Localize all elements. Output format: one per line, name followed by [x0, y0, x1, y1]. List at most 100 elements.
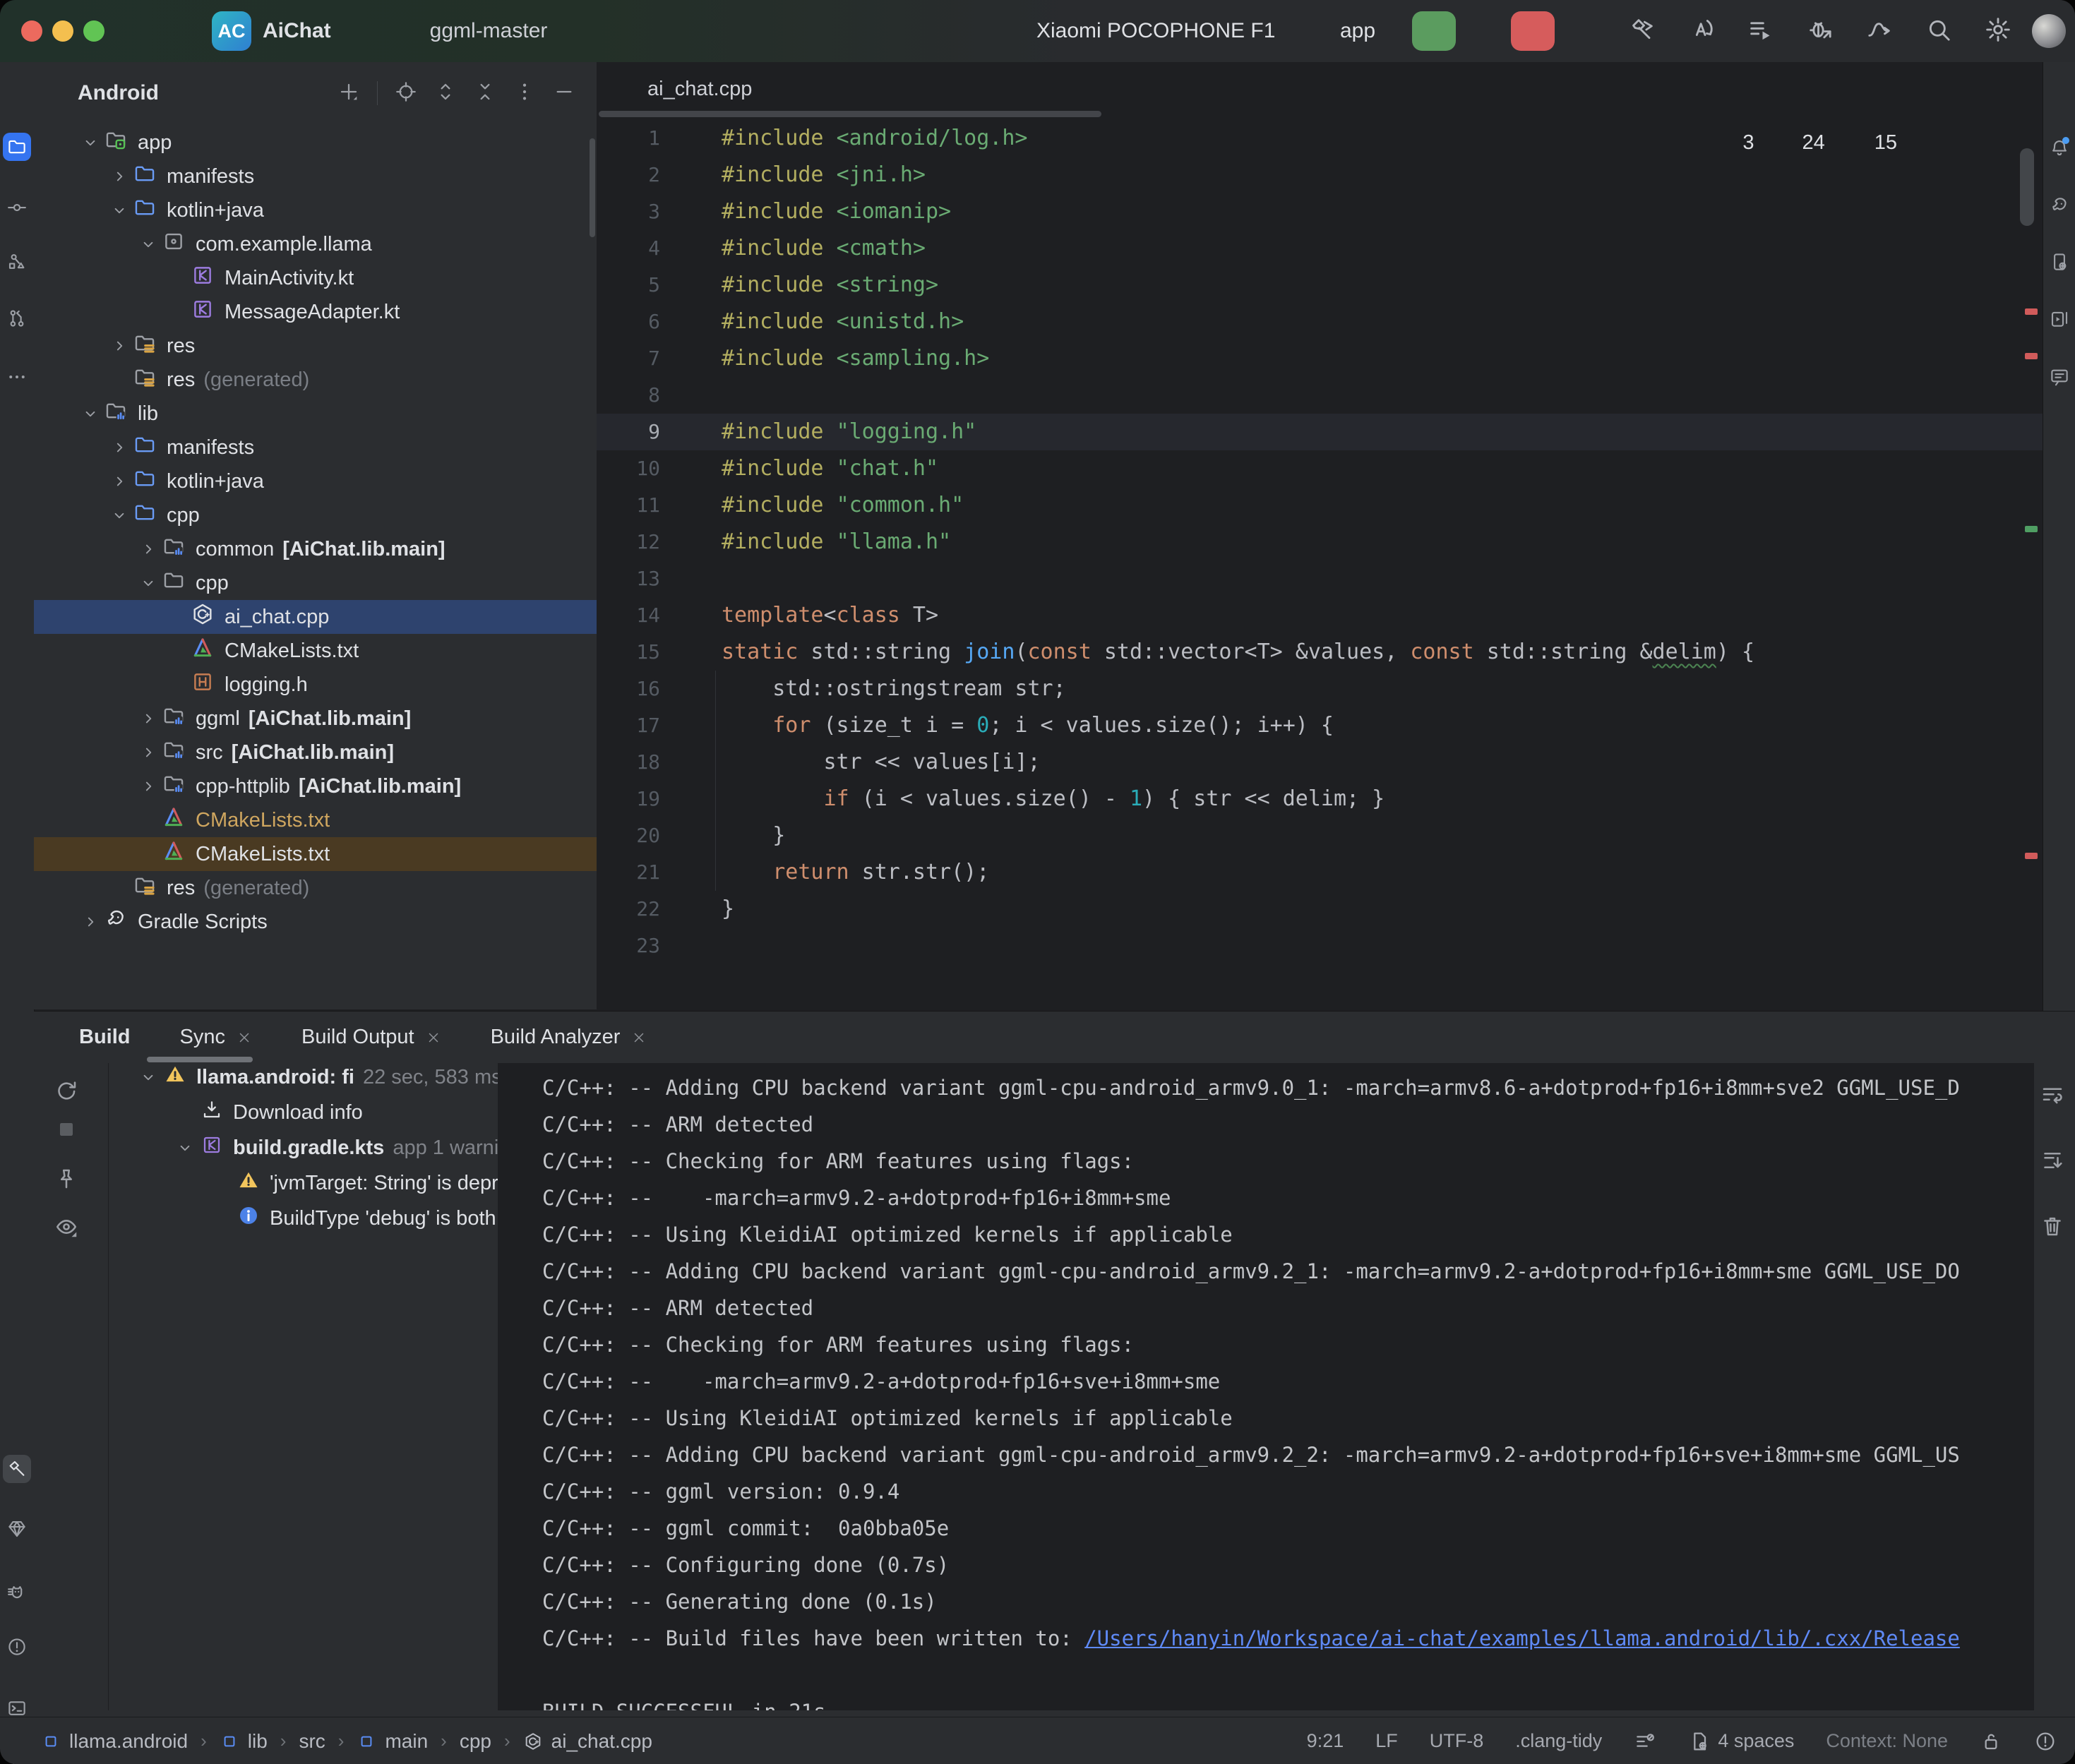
- project-more-vertical-button[interactable]: [513, 80, 536, 107]
- tree-item-common[interactable]: common [AiChat.lib.main]: [34, 532, 597, 566]
- stripe-assistant-button[interactable]: [2045, 363, 2074, 391]
- chevron-right-icon[interactable]: [139, 777, 157, 796]
- stripe-logcat-button[interactable]: [3, 1578, 31, 1606]
- console-soft-wrap-button[interactable]: [2040, 1082, 2065, 1111]
- stripe-structure-button[interactable]: [3, 248, 31, 276]
- build-hide-icon[interactable]: [2024, 1025, 2050, 1050]
- toolbar-settings-button[interactable]: [1984, 16, 2012, 47]
- code-line-22[interactable]: 22 }: [597, 891, 2043, 928]
- tree-item-messageadapter-kt[interactable]: MessageAdapter.kt: [34, 295, 597, 329]
- code-area[interactable]: 1 #include <android/log.h> 2 #include <j…: [597, 120, 2043, 964]
- code-line-1[interactable]: 1 #include <android/log.h>: [597, 120, 2043, 157]
- tree-item-cpp[interactable]: cpp: [34, 566, 597, 600]
- stripe-build-button[interactable]: [3, 1455, 31, 1483]
- tree-item-ai-chat-cpp[interactable]: ai_chat.cpp: [34, 600, 597, 634]
- chevron-down-icon[interactable]: [81, 404, 100, 423]
- stop-button[interactable]: [1511, 11, 1555, 51]
- code-line-5[interactable]: 5 #include <string>: [597, 267, 2043, 304]
- chevron-down-icon[interactable]: [139, 235, 157, 253]
- status--clang-tidy[interactable]: .clang-tidy: [1515, 1730, 1602, 1752]
- stripe-gradle-button[interactable]: [2045, 191, 2074, 220]
- tree-item-kotlin-java[interactable]: kotlin+java: [34, 193, 597, 227]
- tree-item-cmakelists-txt[interactable]: CMakeLists.txt: [34, 634, 597, 668]
- tree-item-lib[interactable]: lib: [34, 397, 597, 431]
- console-preview-button[interactable]: [54, 1214, 79, 1240]
- chevron-right-icon[interactable]: [110, 438, 128, 457]
- chevron-right-icon[interactable]: [110, 472, 128, 491]
- stripe-more-button[interactable]: [3, 363, 31, 391]
- breadcrumb-main[interactable]: main: [357, 1730, 428, 1753]
- build-tree-item[interactable]: Download info: [108, 1095, 498, 1130]
- breadcrumb-src[interactable]: src: [299, 1730, 325, 1753]
- close-button[interactable]: [21, 20, 42, 42]
- tree-item-cpp[interactable]: cpp: [34, 498, 597, 532]
- breadcrumb-ai-chat-cpp[interactable]: ai_chat.cpp: [523, 1730, 652, 1753]
- build-console[interactable]: C/C++: -- Using KleidiAI optimized kerne…: [498, 1063, 2034, 1710]
- console-clear-button[interactable]: [2040, 1213, 2065, 1242]
- stripe-device-manager-button[interactable]: [2045, 248, 2074, 276]
- tree-item-res[interactable]: res (generated): [34, 363, 597, 397]
- console-pin-button[interactable]: [54, 1166, 79, 1192]
- chevron-right-icon[interactable]: [139, 540, 157, 558]
- code-line-9[interactable]: 9 #include "logging.h": [597, 414, 2043, 450]
- code-line-15[interactable]: 15 static std::string join(const std::ve…: [597, 634, 2043, 671]
- run-config-selector[interactable]: app: [1305, 0, 1401, 62]
- stripe-notifications-button[interactable]: [2045, 134, 2074, 162]
- status-4-spaces[interactable]: 4 spaces: [1688, 1730, 1794, 1753]
- breadcrumb-lib[interactable]: lib: [220, 1730, 268, 1753]
- tree-item-com-example-llama[interactable]: com.example.llama: [34, 227, 597, 261]
- tree-item-gradle-scripts[interactable]: Gradle Scripts: [34, 905, 597, 939]
- tab-ai-chat-cpp[interactable]: ai_chat.cpp: [614, 78, 779, 102]
- chevron-right-icon[interactable]: [110, 337, 128, 355]
- stripe-project-button[interactable]: [3, 133, 31, 161]
- tree-item-res[interactable]: res: [34, 329, 597, 363]
- tree-item-ggml[interactable]: ggml [AiChat.lib.main]: [34, 702, 597, 736]
- tree-item-cpp-httplib[interactable]: cpp-httplib [AiChat.lib.main]: [34, 769, 597, 803]
- code-line-11[interactable]: 11 #include "common.h": [597, 487, 2043, 524]
- code-line-13[interactable]: 13: [597, 560, 2043, 597]
- error-stripe-mark[interactable]: [2025, 308, 2038, 315]
- project-locate-button[interactable]: [395, 80, 417, 107]
- tree-item-cmakelists-txt[interactable]: CMakeLists.txt: [34, 837, 597, 871]
- console-stop-square-button[interactable]: [54, 1117, 79, 1142]
- stripe-app-insights-button[interactable]: [3, 1515, 31, 1543]
- status-context-none[interactable]: Context: None: [1826, 1730, 1948, 1752]
- toolbar-app-flow-button[interactable]: [1865, 16, 1894, 47]
- close-icon[interactable]: [426, 1030, 441, 1045]
- status-utf-8[interactable]: UTF-8: [1430, 1730, 1484, 1752]
- project-widget[interactable]: AC AiChat: [212, 11, 357, 51]
- code-line-17[interactable]: 17 for (size_t i = 0; i < values.size();…: [597, 707, 2043, 744]
- editor-scrollbar[interactable]: [2020, 148, 2034, 226]
- project-hide-button[interactable]: [553, 80, 575, 107]
- build-tab-sync[interactable]: Sync: [180, 1026, 252, 1049]
- project-collapse-all-button[interactable]: [474, 80, 496, 107]
- code-line-19[interactable]: 19 if (i < values.size() - 1) { str << d…: [597, 781, 2043, 817]
- status-lf[interactable]: LF: [1375, 1730, 1398, 1752]
- code-line-14[interactable]: 14 template<class T>: [597, 597, 2043, 634]
- status-error-outline[interactable]: [2034, 1730, 2057, 1753]
- status-9-21[interactable]: 9:21: [1307, 1730, 1344, 1752]
- tree-item-manifests[interactable]: manifests: [34, 431, 597, 464]
- close-icon[interactable]: [237, 1030, 252, 1045]
- stripe-commit-button[interactable]: [3, 193, 31, 222]
- breadcrumb-cpp[interactable]: cpp: [460, 1730, 491, 1753]
- chevron-down-icon[interactable]: [139, 574, 157, 592]
- status-unlock[interactable]: [1980, 1730, 2002, 1753]
- breadcrumb-llama-android[interactable]: llama.android: [41, 1730, 188, 1753]
- user-avatar[interactable]: [2032, 14, 2066, 48]
- device-selector[interactable]: Xiaomi POCOPHONE F1: [1001, 0, 1300, 62]
- breadcrumb[interactable]: llama.android › lib › src › main › cpp ›…: [41, 1730, 652, 1753]
- tree-item-mainactivity-kt[interactable]: MainActivity.kt: [34, 261, 597, 295]
- code-line-21[interactable]: 21 return str.str();: [597, 854, 2043, 891]
- error-stripe-mark[interactable]: [2025, 853, 2038, 859]
- code-line-23[interactable]: 23: [597, 928, 2043, 964]
- tree-item-cmakelists-txt[interactable]: CMakeLists.txt: [34, 803, 597, 837]
- build-tab-build-output[interactable]: Build Output: [301, 1026, 441, 1049]
- tree-item-app[interactable]: app: [34, 126, 597, 160]
- stripe-problems-button[interactable]: [3, 1633, 31, 1661]
- code-line-20[interactable]: 20 }: [597, 817, 2043, 854]
- zoom-button[interactable]: [83, 20, 104, 42]
- chevron-right-icon[interactable]: [110, 167, 128, 186]
- build-options-icon[interactable]: [1973, 1025, 1999, 1050]
- toolbar-profiler-button[interactable]: [1806, 16, 1834, 47]
